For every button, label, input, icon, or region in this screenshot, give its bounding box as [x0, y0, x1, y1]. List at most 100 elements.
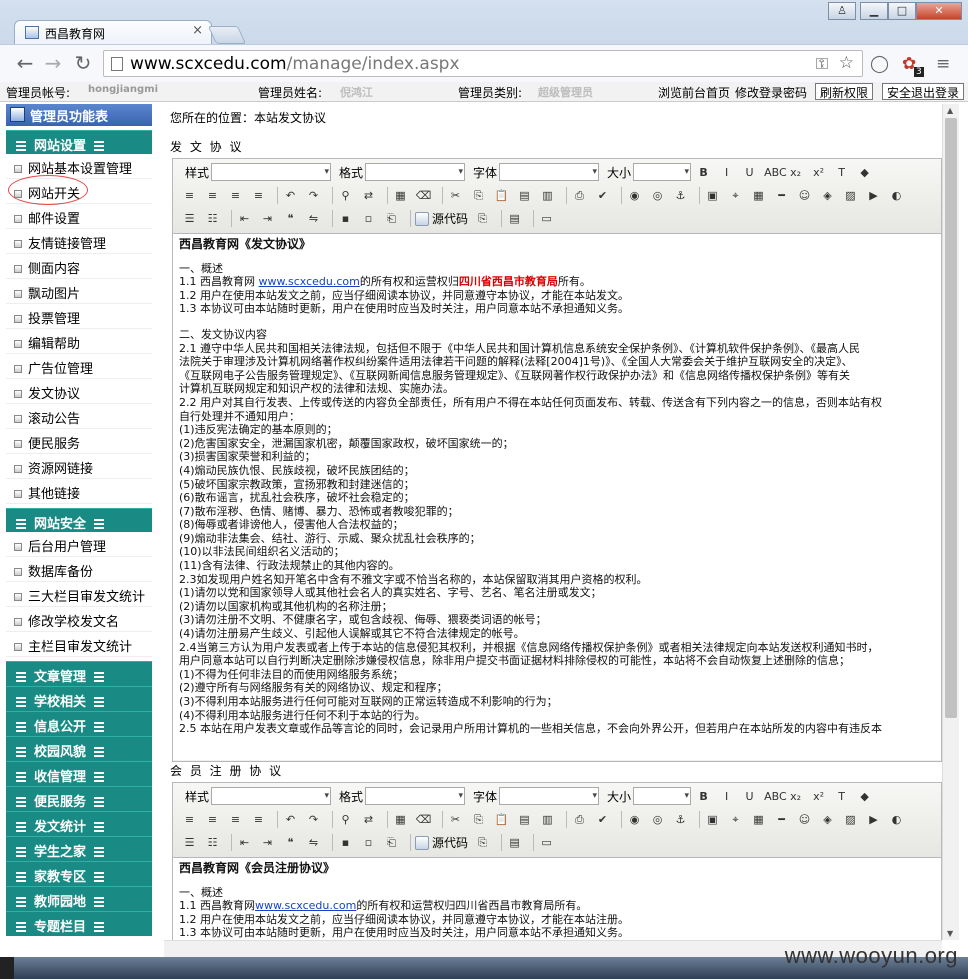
key-icon[interactable]: ⚿ — [816, 54, 828, 74]
paste-icon[interactable]: 📋 — [493, 187, 510, 204]
media-icon[interactable]: ▶ — [865, 187, 882, 204]
spellcheck-icon[interactable]: ✔ — [594, 187, 611, 204]
div-icon[interactable]: ⇋ — [305, 210, 322, 227]
sidebar-item[interactable]: 广告位管理 — [6, 354, 152, 379]
sidebar-section[interactable]: 学校相关 — [6, 686, 152, 711]
iframe-icon[interactable]: ▨ — [842, 811, 859, 828]
find-icon[interactable]: ⚲ — [337, 187, 354, 204]
redo-icon[interactable]: ↷ — [305, 811, 322, 828]
find-icon[interactable]: ⚲ — [337, 811, 354, 828]
browser-tab[interactable]: 西昌教育网 × — [14, 20, 212, 44]
scroll-down-icon[interactable]: ▼ — [947, 929, 953, 938]
preview-icon[interactable]: ⎗ — [383, 210, 400, 227]
sidebar-item[interactable]: 后台用户管理 — [6, 532, 152, 557]
scroll-up-icon[interactable]: ▲ — [947, 106, 953, 115]
sidebar-section[interactable]: 校园风貌 — [6, 736, 152, 761]
subscript-icon[interactable]: x₂ — [787, 788, 804, 805]
indent-icon[interactable]: ⇥ — [259, 210, 276, 227]
source-code-button[interactable]: 源代码 — [415, 834, 468, 851]
bold-icon[interactable]: B — [695, 788, 712, 805]
front-page-link[interactable]: 浏览前台首页 — [658, 84, 730, 101]
text-color-icon[interactable]: T — [833, 164, 850, 181]
hr-icon[interactable]: ━ — [773, 811, 790, 828]
close-window-button[interactable]: ✕ — [916, 2, 962, 20]
cut-icon[interactable]: ✂ — [447, 811, 464, 828]
forward-arrow-icon[interactable]: → — [42, 51, 64, 75]
bullet-list-icon[interactable]: ☷ — [204, 210, 221, 227]
iframe-icon[interactable]: ▨ — [842, 187, 859, 204]
unlink-icon[interactable]: ◎ — [649, 187, 666, 204]
spellcheck-icon[interactable]: ✔ — [594, 811, 611, 828]
underline-icon[interactable]: U — [741, 788, 758, 805]
image-icon[interactable]: ▣ — [704, 187, 721, 204]
size-select[interactable] — [633, 163, 692, 181]
sidebar-item[interactable]: 便民服务 — [6, 429, 152, 454]
strikethrough-icon[interactable]: ABC — [764, 788, 787, 805]
replace-icon[interactable]: ⇄ — [360, 187, 377, 204]
sidebar-item[interactable]: 主栏目审发文统计 — [6, 632, 152, 657]
sidebar-section[interactable]: 信息公开 — [6, 711, 152, 736]
new-tab-button[interactable] — [207, 26, 247, 44]
table-icon[interactable]: ▦ — [750, 811, 767, 828]
cut-icon[interactable]: ✂ — [447, 187, 464, 204]
save-icon[interactable]: ▪ — [337, 834, 354, 851]
maximize-icon[interactable]: ▭ — [538, 210, 555, 227]
superscript-icon[interactable]: x² — [810, 164, 827, 181]
sidebar-item[interactable]: 邮件设置 — [6, 204, 152, 229]
sidebar-section[interactable]: 家教专区 — [6, 861, 152, 886]
remove-format-icon[interactable]: ⌫ — [415, 811, 432, 828]
hr-icon[interactable]: ━ — [773, 187, 790, 204]
blockquote-icon[interactable]: ❝ — [282, 210, 299, 227]
format-select[interactable] — [365, 787, 466, 805]
smiley-icon[interactable]: ☺ — [796, 187, 813, 204]
scrollbar-thumb[interactable] — [945, 118, 957, 718]
italic-icon[interactable]: I — [718, 164, 735, 181]
undo-icon[interactable]: ↶ — [282, 811, 299, 828]
numbered-list-icon[interactable]: ☰ — [181, 210, 198, 227]
font-select[interactable] — [499, 163, 600, 181]
sidebar-item[interactable]: 资源网链接 — [6, 454, 152, 479]
paste-text-icon[interactable]: ▤ — [516, 811, 533, 828]
sidebar-section[interactable]: 学生之家 — [6, 836, 152, 861]
underline-icon[interactable]: U — [741, 164, 758, 181]
italic-icon[interactable]: I — [718, 788, 735, 805]
sidebar-item[interactable]: 编辑帮助 — [6, 329, 152, 354]
font-select[interactable] — [499, 787, 600, 805]
sidebar-item[interactable]: 其他链接 — [6, 479, 152, 504]
new-page-icon[interactable]: ▫ — [360, 834, 377, 851]
special-char-icon[interactable]: ◈ — [819, 811, 836, 828]
sidebar-section-site-security[interactable]: 网站安全 — [6, 508, 152, 532]
paste-word-icon[interactable]: ▥ — [539, 187, 556, 204]
div-icon[interactable]: ⇋ — [305, 834, 322, 851]
sidebar-section[interactable]: 发文统计 — [6, 811, 152, 836]
new-page-icon[interactable]: ▫ — [360, 210, 377, 227]
superscript-icon[interactable]: x² — [810, 788, 827, 805]
source-code-button[interactable]: 源代码 — [415, 210, 468, 227]
image-icon[interactable]: ▣ — [704, 811, 721, 828]
justify-icon[interactable]: ≡ — [250, 811, 267, 828]
minimize-button[interactable]: ▁ — [860, 2, 888, 20]
back-arrow-icon[interactable]: ← — [14, 51, 36, 75]
sidebar-section[interactable]: 专题栏目 — [6, 911, 152, 936]
template-icon[interactable]: ⎘ — [474, 834, 491, 851]
align-left-icon[interactable]: ≡ — [181, 187, 198, 204]
print-icon[interactable]: ⎙ — [571, 187, 588, 204]
align-center-icon[interactable]: ≡ — [204, 187, 221, 204]
bg-color-icon[interactable]: ◆ — [856, 788, 873, 805]
preview-icon[interactable]: ⎗ — [383, 834, 400, 851]
vertical-scrollbar[interactable]: ▲ ▼ — [942, 104, 959, 940]
media-icon[interactable]: ▶ — [865, 811, 882, 828]
sidebar-item[interactable]: 投票管理 — [6, 304, 152, 329]
smiley-icon[interactable]: ☺ — [796, 811, 813, 828]
copy-icon[interactable]: ⎘ — [470, 187, 487, 204]
doc-props-icon[interactable]: ▤ — [506, 834, 523, 851]
numbered-list-icon[interactable]: ☰ — [181, 834, 198, 851]
special-char-icon[interactable]: ◈ — [819, 187, 836, 204]
align-right-icon[interactable]: ≡ — [227, 811, 244, 828]
undo-icon[interactable]: ↶ — [282, 187, 299, 204]
start-button[interactable] — [0, 957, 14, 979]
refresh-permission-button[interactable]: 刷新权限 — [815, 83, 874, 100]
flash-icon[interactable]: ⌖ — [727, 187, 744, 204]
sidebar-section-site-settings[interactable]: 网站设置 — [6, 130, 152, 154]
bookmark-star-icon[interactable]: ☆ — [839, 53, 854, 73]
